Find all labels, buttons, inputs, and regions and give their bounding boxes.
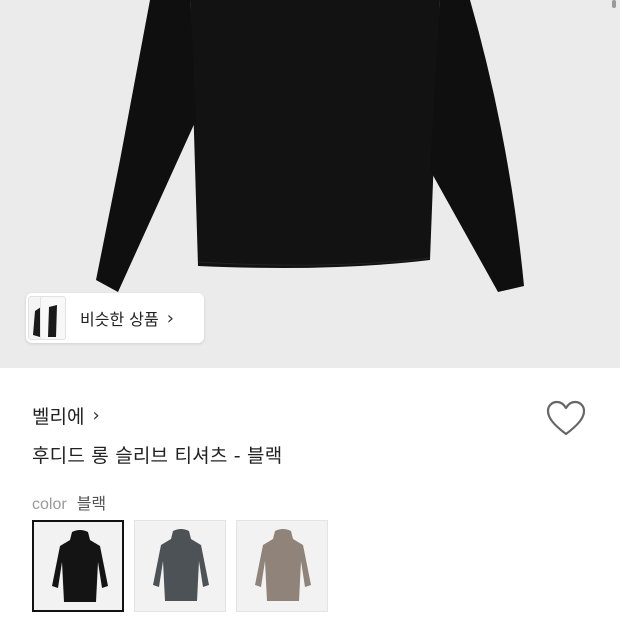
color-label: color: [32, 496, 67, 513]
similar-products-label: 비슷한 상품: [80, 310, 159, 329]
brand-link[interactable]: 벨리에 ›: [32, 402, 100, 429]
chevron-right-icon: ›: [92, 405, 100, 426]
color-swatch-charcoal[interactable]: [134, 520, 226, 612]
chevron-right-icon: ›: [166, 307, 174, 329]
similar-products-thumbnails: [26, 293, 76, 343]
similar-thumb-2: [40, 296, 66, 340]
color-swatch-beige[interactable]: [236, 520, 328, 612]
heart-icon[interactable]: [546, 400, 586, 438]
selected-color-value: 블랙: [76, 494, 107, 513]
scroll-indicator[interactable]: [612, 0, 616, 8]
color-swatches: [32, 520, 328, 612]
brand-name: 벨리에: [32, 406, 85, 428]
product-title: 후디드 롱 슬리브 티셔츠 - 블랙: [32, 445, 283, 467]
color-swatch-black[interactable]: [32, 520, 124, 612]
similar-products-button[interactable]: 비슷한 상품 ›: [26, 293, 204, 343]
color-selection-header: color 블랙: [32, 490, 106, 514]
product-hero-image[interactable]: 비슷한 상품 ›: [0, 0, 620, 368]
